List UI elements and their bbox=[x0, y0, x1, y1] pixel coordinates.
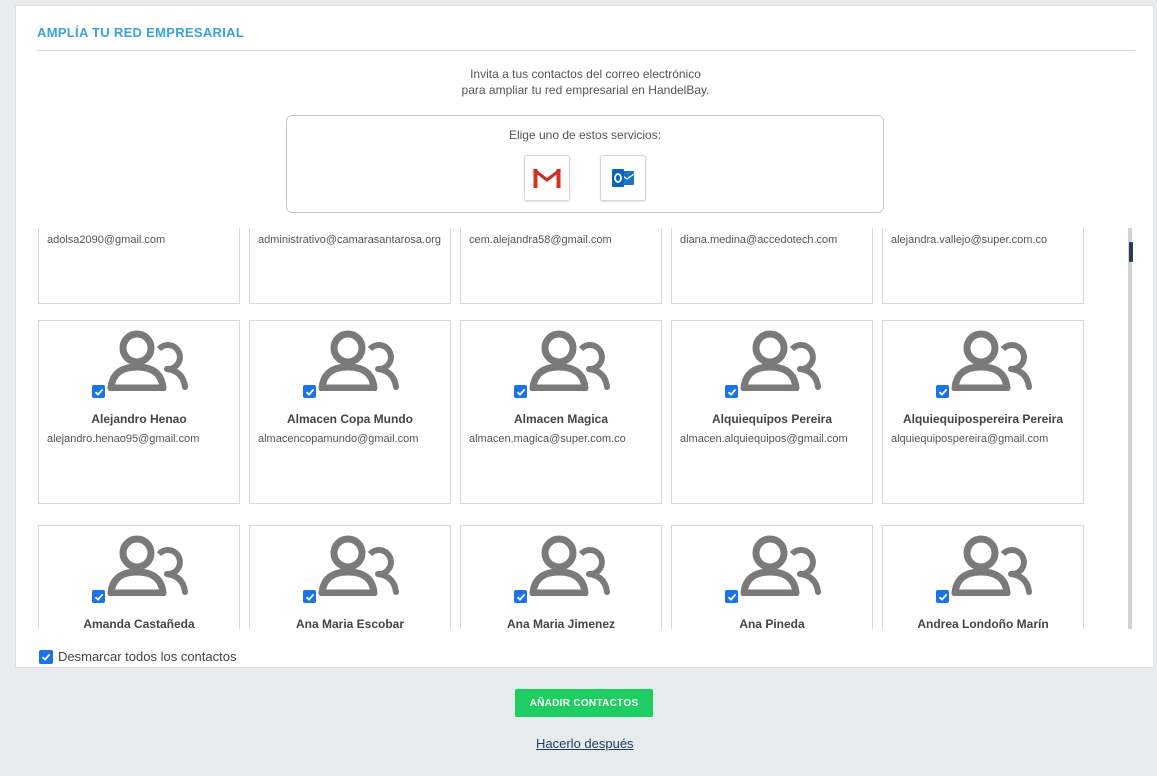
contact-card[interactable]: Alejandro Henao alejandro.henao95@gmail.c… bbox=[38, 320, 240, 504]
contact-name: Ana Maria Jimenez bbox=[506, 617, 616, 629]
outlook-icon bbox=[612, 169, 635, 187]
unmark-all-toggle[interactable]: Desmarcar todos los contactos bbox=[39, 649, 236, 664]
contact-card[interactable]: Almacen Magica almacen.magica@super.com.c… bbox=[460, 320, 662, 504]
contact-card[interactable]: cem.alejandra58@gmail.com bbox=[460, 228, 662, 304]
contact-card[interactable]: Almacen Copa Mundo almacencopamundo@gmail… bbox=[249, 320, 451, 504]
contact-email: administrativo@camarasantarosa.org bbox=[258, 234, 441, 246]
contact-name: Ana Maria Escobar bbox=[295, 617, 405, 629]
contact-card[interactable]: Ana Pineda bbox=[671, 525, 873, 629]
contact-card[interactable]: Andrea Londoño Marín bbox=[882, 525, 1084, 629]
contact-avatar-icon bbox=[529, 535, 610, 596]
contact-email: almacen.alquiequipos@gmail.com bbox=[680, 433, 848, 445]
page-title: AMPLÍA TU RED EMPRESARIAL bbox=[37, 25, 245, 40]
contact-card[interactable]: Amanda Castañeda bbox=[38, 525, 240, 629]
contact-email: almacencopamundo@gmail.com bbox=[258, 433, 419, 445]
outlook-button[interactable] bbox=[600, 155, 646, 201]
contact-card[interactable]: administrativo@camarasantarosa.org bbox=[249, 228, 451, 304]
contact-name: Alejandro Henao bbox=[91, 412, 187, 426]
contact-checkbox[interactable] bbox=[303, 385, 316, 398]
contact-email: almacen.magica@super.com.co bbox=[469, 433, 626, 445]
add-contacts-button[interactable]: AÑADIR CONTACTOS bbox=[515, 689, 653, 717]
contact-card[interactable]: Alquiequipospereira Pereira alquiequiposp… bbox=[882, 320, 1084, 504]
contact-avatar-icon bbox=[318, 330, 399, 391]
scrollbar-thumb[interactable] bbox=[1129, 242, 1133, 262]
contact-card[interactable]: Ana Maria Escobar bbox=[249, 525, 451, 629]
contact-email: cem.alejandra58@gmail.com bbox=[469, 234, 612, 246]
contact-name: Almacen Copa Mundo bbox=[286, 412, 413, 426]
contact-checkbox[interactable] bbox=[936, 590, 949, 603]
contact-checkbox[interactable] bbox=[303, 590, 316, 603]
do-later-link[interactable]: Hacerlo después bbox=[536, 736, 634, 751]
contact-checkbox[interactable] bbox=[725, 590, 738, 603]
contact-checkbox[interactable] bbox=[725, 385, 738, 398]
scrollbar-track[interactable] bbox=[1128, 228, 1132, 629]
contact-avatar-icon bbox=[740, 535, 821, 596]
gmail-button[interactable] bbox=[524, 155, 570, 201]
contact-name: Amanda Castañeda bbox=[83, 617, 195, 629]
contact-card[interactable]: Ana Maria Jimenez bbox=[460, 525, 662, 629]
contact-avatar-icon bbox=[951, 330, 1032, 391]
intro-line-2: para ampliar tu red empresarial en Hande… bbox=[461, 83, 710, 97]
contact-avatar-icon bbox=[107, 535, 188, 596]
contact-checkbox[interactable] bbox=[936, 385, 949, 398]
contact-avatar-icon bbox=[740, 330, 821, 391]
contact-name: Andrea Londoño Marín bbox=[917, 617, 1049, 629]
contact-checkbox[interactable] bbox=[92, 590, 105, 603]
contact-email: alejandra.vallejo@super.com.co bbox=[891, 234, 1048, 246]
contact-checkbox[interactable] bbox=[514, 590, 527, 603]
contacts-scroll-area[interactable]: adolsa2090@gmail.com administrativo@camar… bbox=[38, 228, 1135, 629]
gmail-icon bbox=[533, 168, 561, 188]
contact-card[interactable]: adolsa2090@gmail.com bbox=[38, 228, 240, 304]
contact-name: Alquiequipospereira Pereira bbox=[902, 412, 1064, 426]
contact-checkbox[interactable] bbox=[92, 385, 105, 398]
contact-email: alquiequipospereira@gmail.com bbox=[891, 433, 1049, 445]
contact-name: Almacen Magica bbox=[513, 412, 609, 426]
unmark-all-label: Desmarcar todos los contactos bbox=[58, 649, 237, 664]
unmark-all-checkbox[interactable] bbox=[39, 649, 53, 664]
contact-email: alejandro.henao95@gmail.com bbox=[47, 433, 200, 445]
services-label: Elige uno de estos servicios: bbox=[508, 128, 662, 142]
contact-avatar-icon bbox=[529, 330, 610, 391]
contact-avatar-icon bbox=[107, 330, 188, 391]
contact-card[interactable]: alejandra.vallejo@super.com.co bbox=[882, 228, 1084, 304]
contact-checkbox[interactable] bbox=[514, 385, 527, 398]
intro-line-1: Invita a tus contactos del correo electr… bbox=[470, 67, 701, 81]
contact-name: Alquiequipos Pereira bbox=[711, 412, 833, 426]
invite-panel: AMPLÍA TU RED EMPRESARIAL Invita a tus c… bbox=[15, 5, 1154, 668]
contact-email: adolsa2090@gmail.com bbox=[47, 234, 166, 246]
contact-avatar-icon bbox=[318, 535, 399, 596]
services-box: Elige uno de estos servicios: bbox=[286, 115, 884, 213]
contact-name: Ana Pineda bbox=[739, 617, 805, 629]
title-divider bbox=[37, 50, 1135, 51]
contact-email: diana.medina@accedotech.com bbox=[680, 234, 838, 246]
contact-card[interactable]: Alquiequipos Pereira almacen.alquiequipos… bbox=[671, 320, 873, 504]
contact-card[interactable]: diana.medina@accedotech.com bbox=[671, 228, 873, 304]
contact-avatar-icon bbox=[951, 535, 1032, 596]
